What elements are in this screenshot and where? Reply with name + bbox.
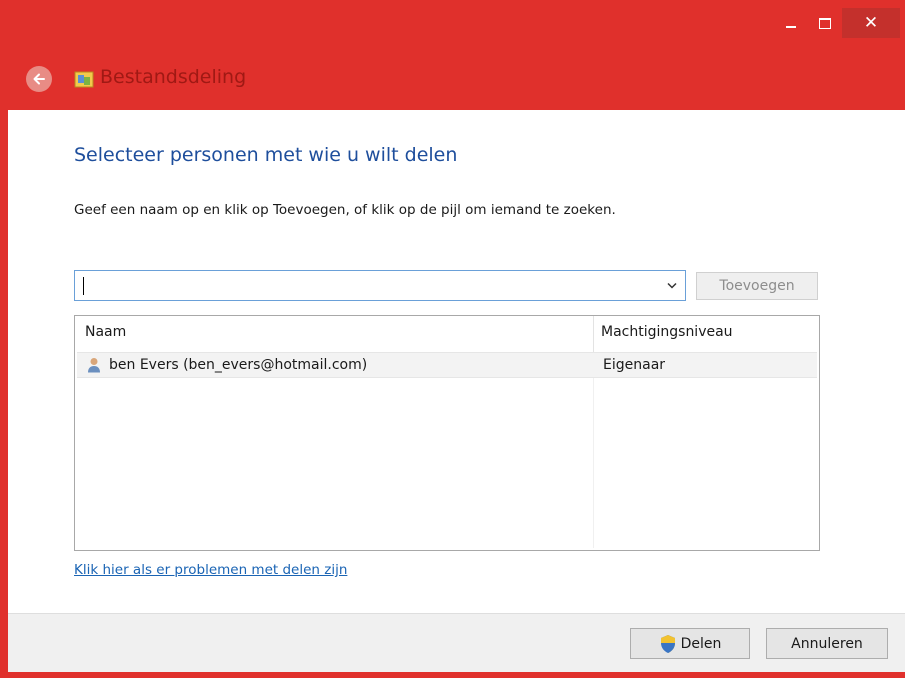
close-icon: ✕ [863, 13, 879, 33]
dropdown-arrow-button[interactable] [659, 271, 685, 300]
minimize-button[interactable] [774, 8, 808, 38]
column-separator-line [593, 352, 594, 548]
instruction-text: Geef een naam op en klik op Toevoegen, o… [74, 202, 616, 218]
minimize-icon [786, 26, 796, 28]
close-button[interactable]: ✕ [842, 8, 900, 38]
uac-shield-icon [660, 634, 675, 653]
column-divider [593, 316, 594, 352]
share-button-label: Delen [680, 635, 722, 652]
user-icon [88, 358, 100, 373]
cancel-button[interactable]: Annuleren [766, 628, 888, 659]
name-input[interactable] [79, 273, 653, 299]
file-sharing-window: ✕ Bestandsdeling Selecteer personen met … [0, 0, 905, 678]
column-header-name[interactable]: Naam [85, 324, 126, 340]
row-permission[interactable]: Eigenaar [603, 357, 665, 373]
row-name: ben Evers (ben_evers@hotmail.com) [109, 357, 368, 373]
add-button[interactable]: Toevoegen [696, 272, 818, 300]
window-title: Bestandsdeling [100, 66, 247, 88]
maximize-icon [819, 17, 831, 29]
back-arrow-icon [33, 73, 45, 85]
column-header-permission[interactable]: Machtigingsniveau [601, 324, 733, 340]
table-row[interactable]: ben Evers (ben_evers@hotmail.com) Eigena… [77, 352, 817, 378]
name-combobox[interactable] [74, 270, 686, 301]
chevron-down-icon [667, 282, 677, 289]
back-button[interactable] [26, 66, 52, 92]
text-cursor [83, 277, 84, 295]
sharing-help-link[interactable]: Klik hier als er problemen met delen zij… [74, 562, 347, 578]
page-heading: Selecteer personen met wie u wilt delen [74, 144, 458, 166]
people-list: Naam Machtigingsniveau ben Evers (ben_ev… [74, 315, 820, 551]
maximize-button[interactable] [808, 8, 842, 38]
content-area: Selecteer personen met wie u wilt delen … [8, 110, 905, 613]
file-share-icon [74, 71, 94, 88]
share-button[interactable]: Delen [630, 628, 750, 659]
dialog-footer: Delen Annuleren [8, 613, 905, 672]
